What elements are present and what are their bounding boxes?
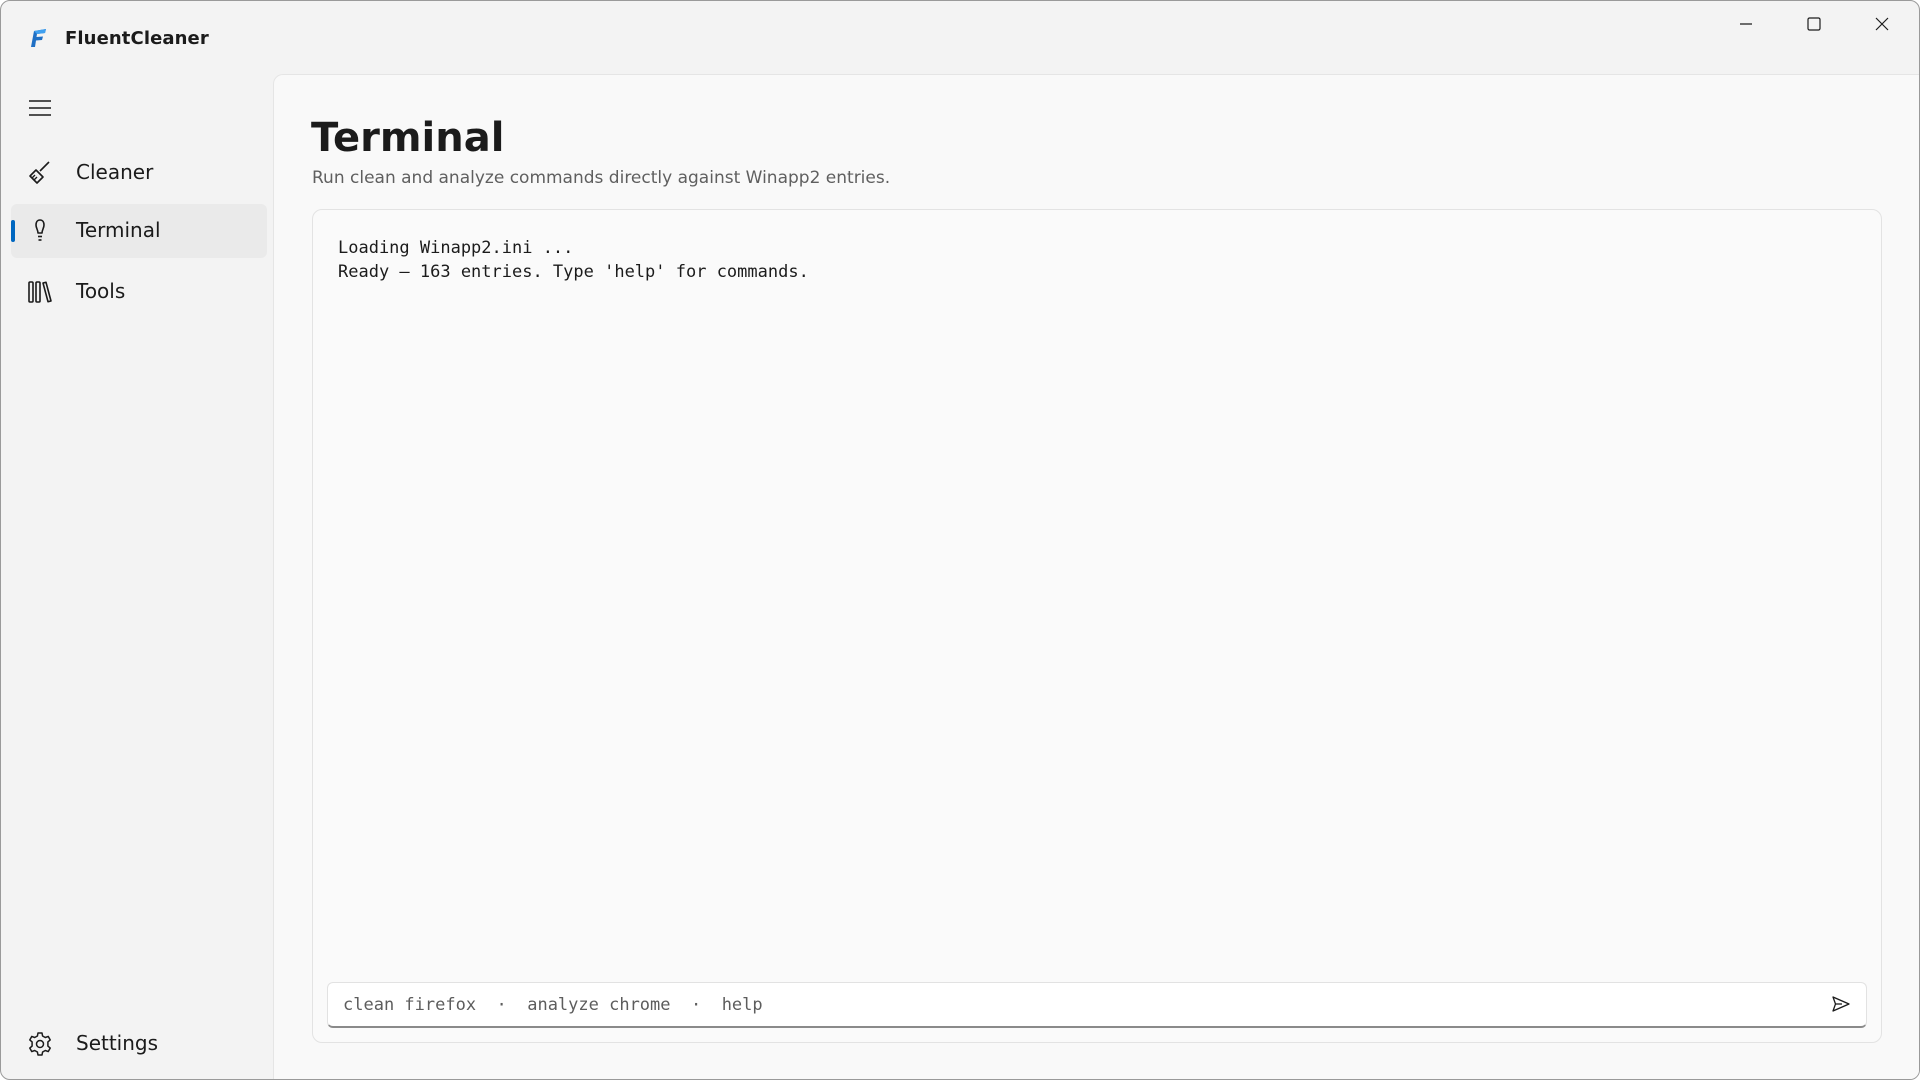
close-icon: [1874, 16, 1890, 32]
nav-item-label: Cleaner: [76, 160, 154, 184]
hamburger-menu-icon: [29, 99, 51, 122]
lightbulb-icon: [27, 218, 53, 244]
send-icon: [1831, 994, 1851, 1019]
terminal-output-line: Ready — 163 entries. Type 'help' for com…: [338, 262, 809, 282]
minimize-button[interactable]: [1712, 1, 1780, 47]
title-bar[interactable]: FluentCleaner: [1, 1, 1919, 75]
maximize-button[interactable]: [1780, 1, 1848, 47]
terminal-output-line: Loading Winapp2.ini ...: [338, 238, 574, 258]
fluentcleaner-logo-icon: [27, 27, 49, 49]
maximize-icon: [1806, 16, 1822, 32]
send-button[interactable]: [1826, 992, 1856, 1020]
command-input[interactable]: [328, 983, 1818, 1026]
nav-item-label: Settings: [76, 1031, 159, 1055]
app-window: FluentCleaner Cleaner Terminal Tools Set…: [0, 0, 1920, 1080]
close-button[interactable]: [1848, 1, 1916, 47]
selection-indicator: [11, 220, 15, 242]
app-title: FluentCleaner: [65, 28, 209, 49]
command-input-box: [327, 982, 1867, 1028]
nav-item-settings[interactable]: Settings: [11, 1017, 267, 1071]
nav-item-terminal[interactable]: Terminal: [11, 204, 267, 258]
hamburger-menu-button[interactable]: [23, 95, 57, 125]
minimize-icon: [1738, 16, 1754, 32]
terminal-output[interactable]: Loading Winapp2.ini ... Ready — 163 entr…: [338, 236, 809, 284]
page-subtitle: Run clean and analyze commands directly …: [312, 168, 891, 188]
gear-icon: [27, 1031, 53, 1057]
page-title: Terminal: [311, 115, 505, 161]
content-frame: Terminal Run clean and analyze commands …: [273, 74, 1919, 1079]
nav-item-label: Tools: [76, 279, 126, 303]
nav-item-cleaner[interactable]: Cleaner: [11, 146, 267, 200]
nav-item-tools[interactable]: Tools: [11, 265, 267, 319]
nav-item-label: Terminal: [76, 218, 161, 242]
broom-icon: [27, 160, 53, 186]
library-icon: [27, 279, 53, 305]
terminal-panel: Loading Winapp2.ini ... Ready — 163 entr…: [312, 209, 1882, 1043]
